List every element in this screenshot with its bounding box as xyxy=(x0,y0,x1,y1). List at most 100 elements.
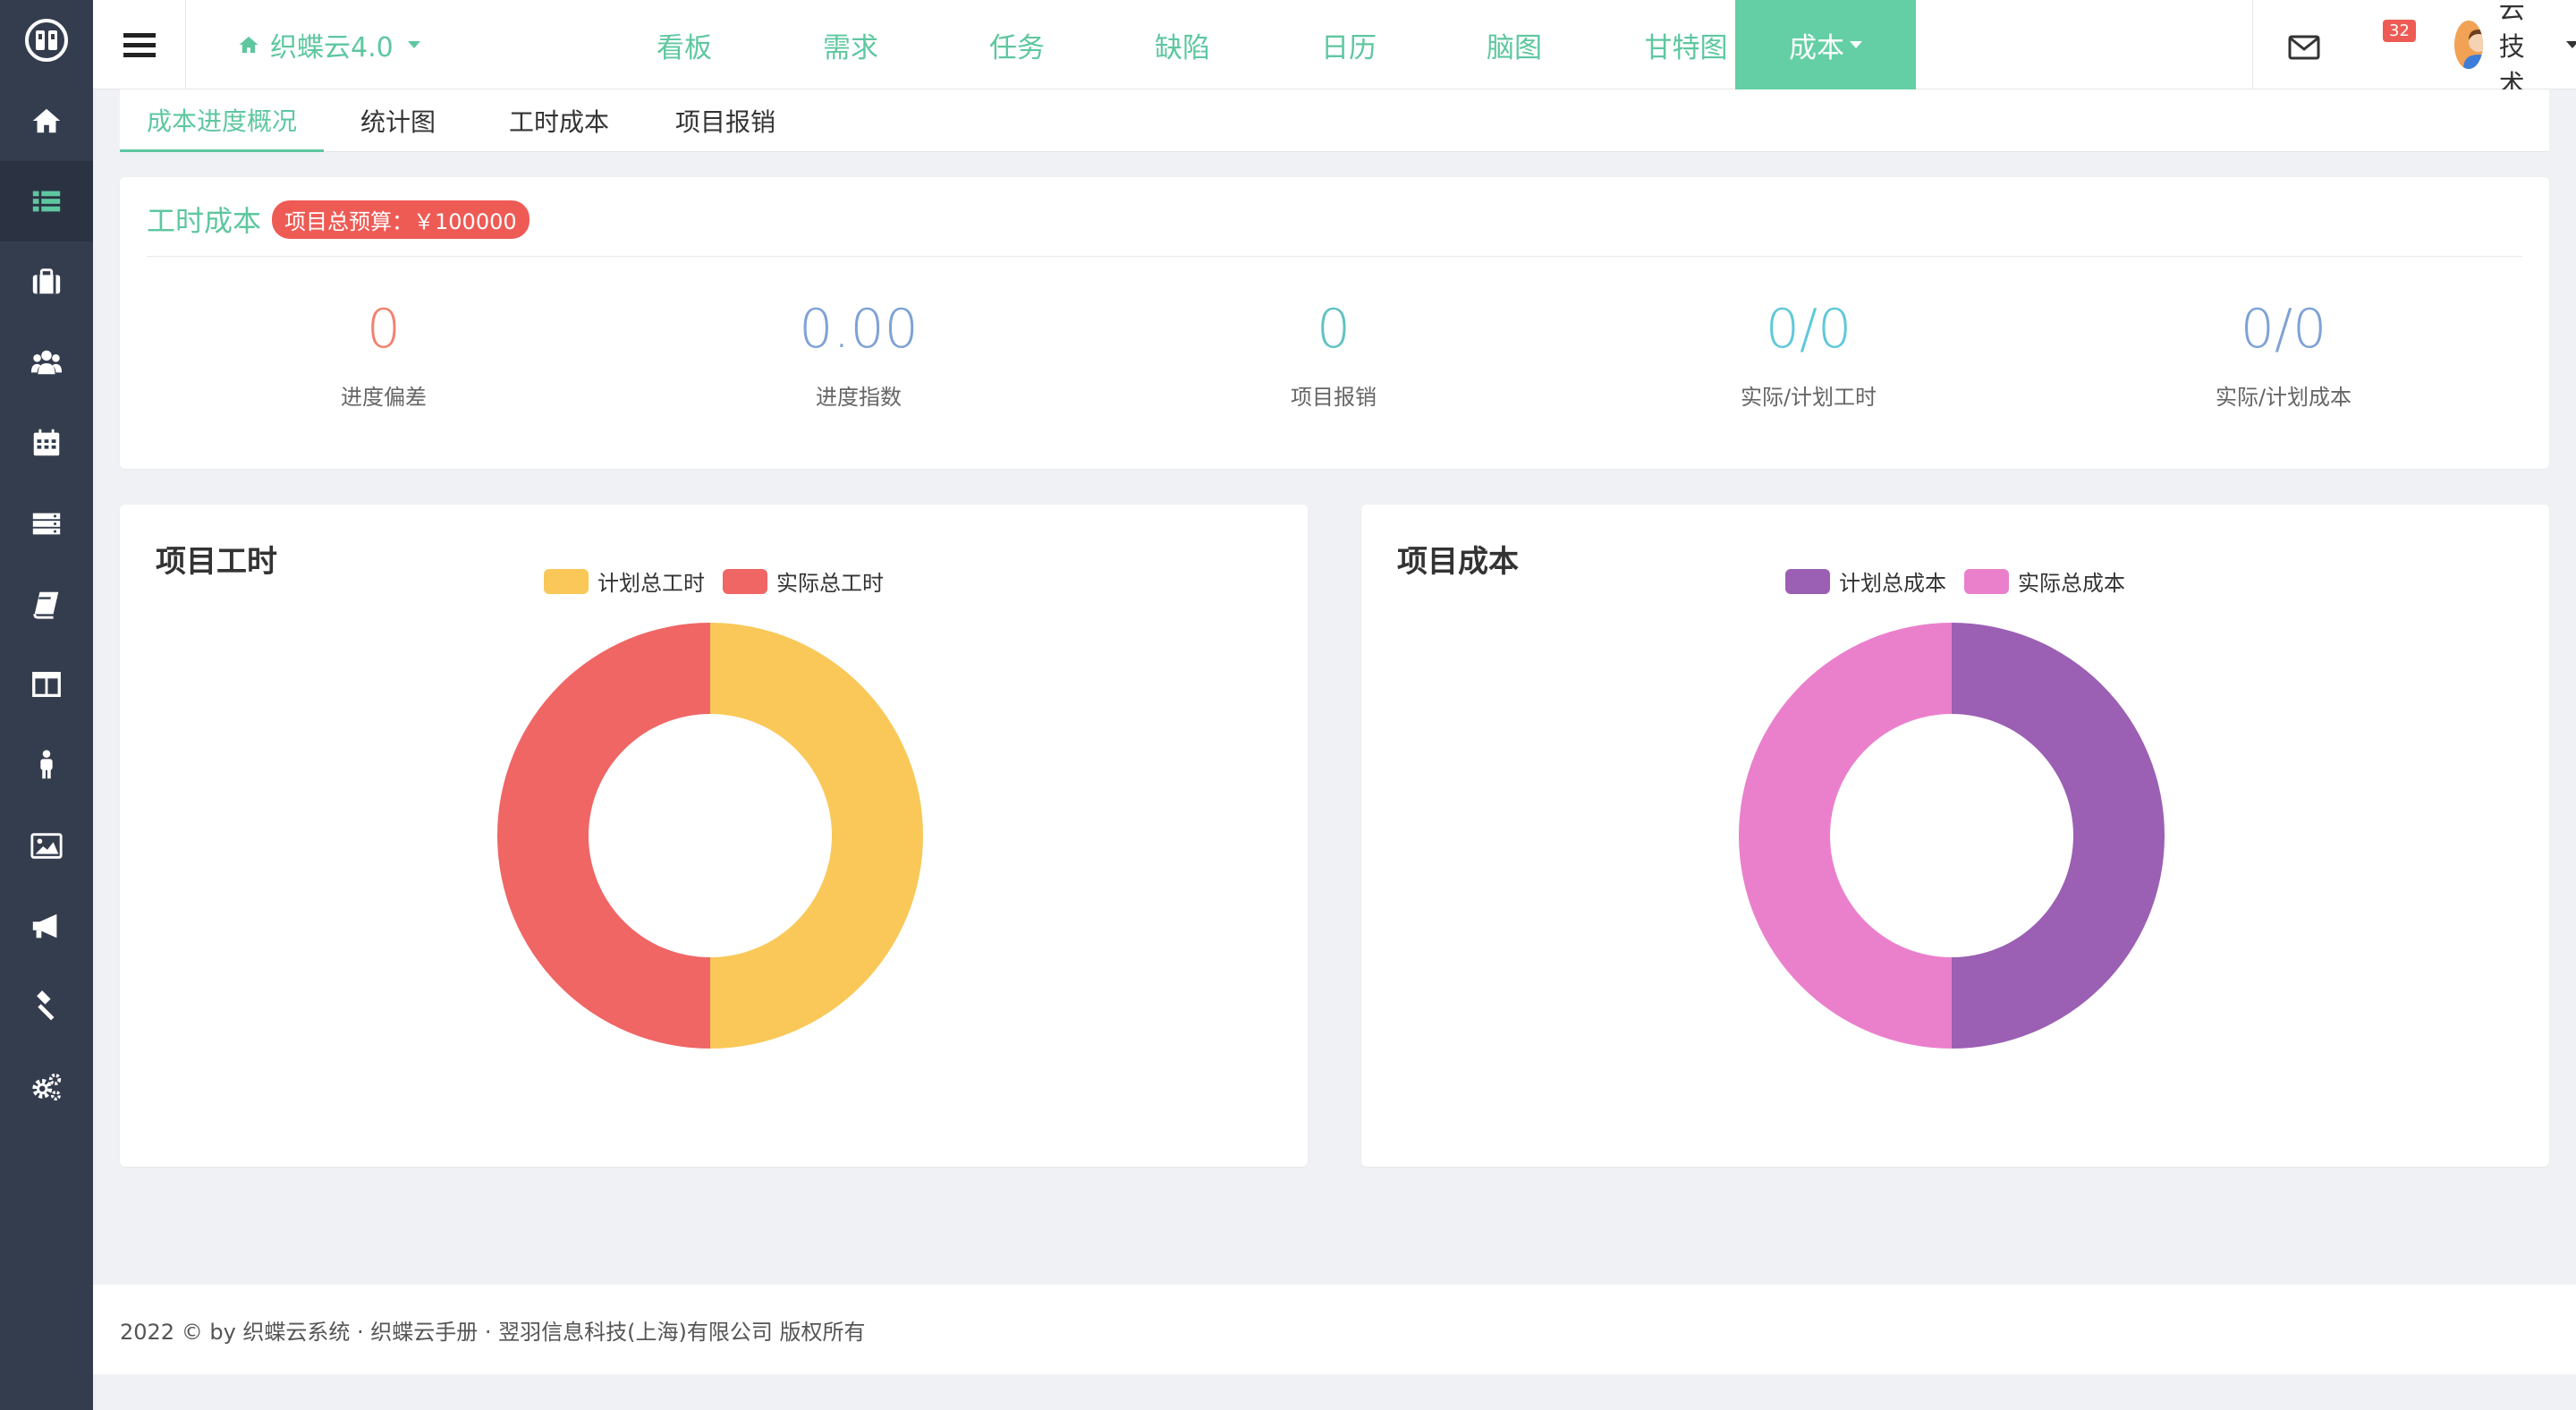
stat-label: 进度偏差 xyxy=(341,385,427,410)
megaphone-icon xyxy=(32,913,57,939)
project-switcher[interactable]: 织蝶云4.0 xyxy=(236,0,420,89)
tab-hour-cost[interactable]: 工时成本 xyxy=(474,89,644,152)
stat-hours-ratio: 0/0 实际/计划工时 xyxy=(1657,302,1961,411)
nav-cost-label: 成本 xyxy=(1789,31,1844,64)
sidebar-item-person[interactable] xyxy=(0,725,93,805)
nav-bugs[interactable]: 缺陷 xyxy=(1115,0,1250,89)
stat-value: 0 xyxy=(1316,298,1352,361)
divider xyxy=(147,256,2522,257)
chart-title: 项目工时 xyxy=(156,544,277,580)
chart-title: 项目成本 xyxy=(1397,544,1519,580)
legend-item[interactable]: 计划总成本 xyxy=(1785,565,1946,597)
legend-label: 计划总成本 xyxy=(1839,571,1946,596)
nav-kanban[interactable]: 看板 xyxy=(617,0,751,89)
columns-icon xyxy=(32,671,61,698)
legend-label: 实际总工时 xyxy=(776,571,884,596)
sidebar-item-settings[interactable] xyxy=(0,1047,93,1127)
legend-label: 实际总成本 xyxy=(2018,571,2125,596)
stat-label: 项目报销 xyxy=(1291,385,1377,410)
sidebar-item-briefcase[interactable] xyxy=(0,242,93,322)
user-avatar-icon xyxy=(2454,21,2483,69)
stat-value: 0 xyxy=(366,298,402,361)
legend-item[interactable]: 实际总工时 xyxy=(723,565,884,597)
sidebar-item-gavel[interactable] xyxy=(0,966,93,1047)
sidebar xyxy=(0,0,93,1410)
briefcase-icon xyxy=(32,268,61,294)
gears-icon xyxy=(32,1073,62,1100)
app-logo[interactable] xyxy=(0,0,93,81)
donut-slice-0[interactable] xyxy=(1952,623,2165,1049)
summary-title: 工时成本 xyxy=(147,204,262,238)
summary-header: 工时成本 项目总预算：￥100000 xyxy=(147,199,530,240)
avatar xyxy=(2454,21,2483,69)
message-count-badge: 32 xyxy=(2383,20,2416,42)
stat-reimbursement: 0 项目报销 xyxy=(1182,302,1486,411)
stat-label: 实际/计划成本 xyxy=(2215,385,2352,410)
legend-item[interactable]: 计划总工时 xyxy=(544,565,705,597)
donut-slice-0[interactable] xyxy=(710,623,923,1049)
tab-cost-overview[interactable]: 成本进度概况 xyxy=(120,89,324,152)
envelope-icon xyxy=(2288,35,2320,60)
nav-requirements[interactable]: 需求 xyxy=(784,0,918,89)
stat-progress-deviation: 0 进度偏差 xyxy=(232,302,536,411)
chevron-down-icon xyxy=(1850,41,1862,48)
hamburger-icon xyxy=(123,33,156,57)
home-icon xyxy=(32,108,61,133)
chevron-down-icon xyxy=(2566,41,2576,48)
legend-swatch xyxy=(723,568,767,594)
sidebar-item-columns[interactable] xyxy=(0,644,93,725)
menu-toggle-button[interactable] xyxy=(93,0,186,89)
hours-donut-chart xyxy=(497,623,923,1049)
nav-cost[interactable]: 成本 xyxy=(1735,0,1916,89)
stat-label: 实际/计划工时 xyxy=(1740,385,1877,410)
stat-label: 进度指数 xyxy=(816,385,902,410)
donut-slice-1[interactable] xyxy=(497,623,710,1049)
cost-donut-chart xyxy=(1739,623,2165,1049)
logo-icon xyxy=(25,19,68,62)
server-icon xyxy=(32,513,61,535)
user-name: 云技术 xyxy=(2498,0,2525,99)
project-hours-chart-panel: 项目工时 计划总工时 实际总工时 xyxy=(120,505,1308,1167)
sidebar-item-image[interactable] xyxy=(0,805,93,886)
image-icon xyxy=(30,833,63,859)
stat-value: 0.00 xyxy=(799,298,919,361)
sidebar-item-home[interactable] xyxy=(0,81,93,161)
donut-slice-1[interactable] xyxy=(1739,623,1952,1049)
tab-statistics[interactable]: 统计图 xyxy=(331,89,465,152)
legend-swatch xyxy=(1964,568,2009,594)
legend-item[interactable]: 实际总成本 xyxy=(1964,565,2125,597)
cost-subtabs: 成本进度概况 统计图 工时成本 项目报销 xyxy=(120,89,2549,152)
top-navbar: 织蝶云4.0 看板 需求 任务 缺陷 日历 脑图 甘特图 成本 32 云技术 xyxy=(93,0,2576,99)
hour-cost-summary-panel: 工时成本 项目总预算：￥100000 0 进度偏差 0.00 进度指数 0 项目… xyxy=(120,177,2549,469)
nav-mindmap[interactable]: 脑图 xyxy=(1447,0,1581,89)
footer-text: 2022 © by 织蝶云系统 · 织蝶云手册 · 翌羽信息科技(上海)有限公司… xyxy=(120,1319,866,1345)
user-menu[interactable]: 云技术 xyxy=(2454,0,2576,99)
stat-value: 0/0 xyxy=(2240,298,2327,361)
stat-value: 0/0 xyxy=(1765,298,1852,361)
chart-legend: 计划总成本 实际总成本 xyxy=(1785,565,2125,597)
chevron-down-icon xyxy=(407,41,420,48)
messages-button[interactable] xyxy=(2275,27,2347,72)
topbar-divider xyxy=(2252,0,2253,89)
sidebar-item-megaphone[interactable] xyxy=(0,886,93,966)
budget-badge: 项目总预算：￥100000 xyxy=(272,200,530,239)
footer: 2022 © by 织蝶云系统 · 织蝶云手册 · 翌羽信息科技(上海)有限公司… xyxy=(93,1285,2576,1374)
stat-progress-index: 0.00 进度指数 xyxy=(707,302,1011,411)
calendar-icon xyxy=(33,429,60,456)
sidebar-item-calendar[interactable] xyxy=(0,403,93,483)
sidebar-item-server[interactable] xyxy=(0,483,93,564)
book-icon xyxy=(33,591,59,619)
nav-calendar[interactable]: 日历 xyxy=(1282,0,1416,89)
project-name: 织蝶云4.0 xyxy=(270,32,394,64)
users-icon xyxy=(30,350,63,375)
sidebar-item-list[interactable] xyxy=(0,161,93,242)
tab-reimbursement[interactable]: 项目报销 xyxy=(640,89,810,152)
home-icon xyxy=(239,36,258,54)
nav-tasks[interactable]: 任务 xyxy=(950,0,1084,89)
list-icon xyxy=(32,191,61,212)
sidebar-item-book[interactable] xyxy=(0,564,93,644)
legend-swatch xyxy=(544,568,589,594)
stat-cost-ratio: 0/0 实际/计划成本 xyxy=(2131,302,2436,411)
legend-label: 计划总工时 xyxy=(597,571,705,596)
sidebar-item-users[interactable] xyxy=(0,322,93,403)
